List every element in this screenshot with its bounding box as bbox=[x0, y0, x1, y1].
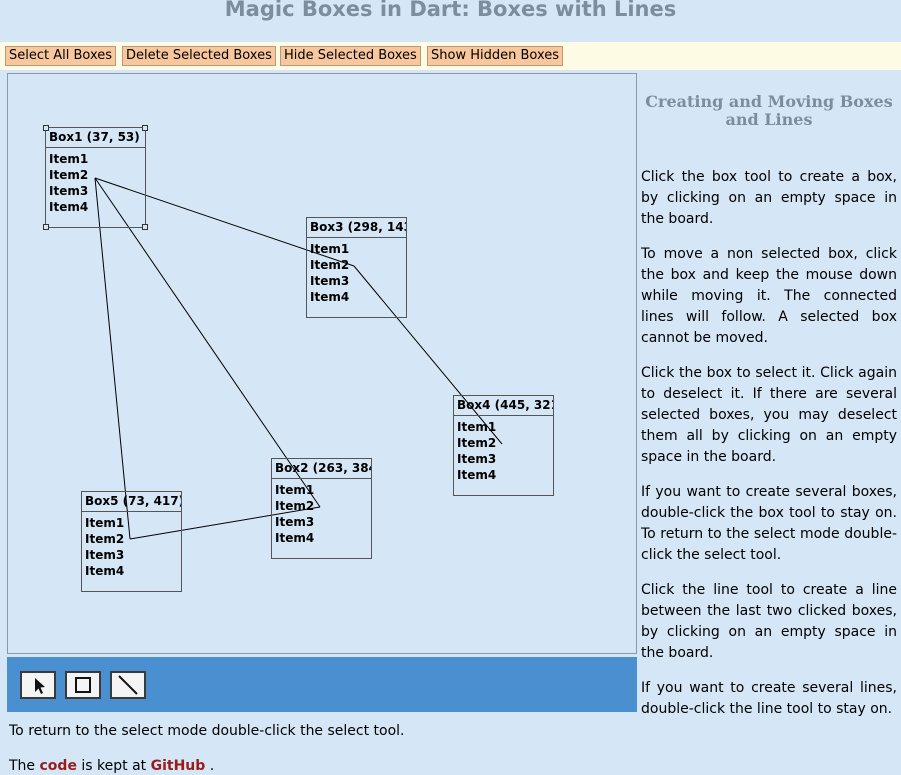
footer-code-line: The code is kept at GitHub . bbox=[9, 757, 214, 775]
box-item: Item1 bbox=[49, 152, 89, 166]
arrow-pointer-icon bbox=[35, 678, 45, 694]
show-hidden-boxes-button[interactable]: Show Hidden Boxes bbox=[427, 46, 564, 66]
help-paragraph: Click the box tool to create a box, by c… bbox=[641, 169, 897, 227]
box-tool-button[interactable] bbox=[65, 671, 101, 699]
box-item: Item2 bbox=[310, 258, 350, 272]
box-title: Box1 (37, 53) bbox=[46, 128, 145, 148]
box-item: Item1 bbox=[457, 420, 497, 434]
help-paragraph: If you want to create several boxes, dou… bbox=[641, 484, 897, 563]
box-item: Item4 bbox=[275, 531, 315, 545]
box-item: Item2 bbox=[85, 532, 125, 546]
box-item: Item1 bbox=[275, 483, 315, 497]
help-title: Creating and Moving Boxes and Lines bbox=[645, 92, 893, 129]
box-2[interactable]: Box2 (263, 384) Item1 Item2 Item3 Item4 bbox=[271, 458, 372, 559]
box-title: Box4 (445, 321) bbox=[454, 396, 553, 416]
box-1[interactable]: Box1 (37, 53) Item1 Item2 Item3 Item4 bbox=[43, 125, 148, 230]
help-paragraph: Click the box to select it. Click again … bbox=[641, 365, 897, 465]
box-item: Item4 bbox=[85, 564, 125, 578]
box-4[interactable]: Box4 (445, 321) Item1 Item2 Item3 Item4 bbox=[453, 395, 554, 496]
help-paragraph: If you want to create several lines, dou… bbox=[641, 680, 897, 717]
box-item: Item3 bbox=[275, 515, 315, 529]
help-paragraph: Click the line tool to create a line bet… bbox=[641, 582, 897, 661]
box-title: Box2 (263, 384) bbox=[272, 459, 371, 479]
box-item: Item3 bbox=[49, 184, 89, 198]
page-title: Magic Boxes in Dart: Boxes with Lines bbox=[224, 0, 677, 21]
diagonal-line-icon bbox=[118, 675, 138, 695]
code-link[interactable]: code bbox=[40, 758, 77, 774]
box-item: Item4 bbox=[310, 290, 350, 304]
box-title: Box5 (73, 417) bbox=[82, 492, 181, 512]
box-3[interactable]: Box3 (298, 143) Item1 Item2 Item3 Item4 bbox=[306, 217, 407, 318]
footer-text: is kept at bbox=[81, 758, 147, 774]
github-link[interactable]: GitHub bbox=[151, 758, 206, 774]
help-sidebar: Creating and Moving Boxes and Lines Clic… bbox=[641, 93, 897, 734]
board-canvas[interactable]: Box1 (37, 53) Item1 Item2 Item3 Item4 Bo… bbox=[7, 73, 637, 654]
selection-handle bbox=[43, 224, 49, 230]
box-item: Item4 bbox=[457, 468, 497, 482]
select-tool-button[interactable] bbox=[20, 671, 56, 699]
select-all-boxes-button[interactable]: Select All Boxes bbox=[5, 46, 117, 66]
box-item: Item1 bbox=[85, 516, 125, 530]
selection-handle bbox=[142, 125, 148, 131]
box-item: Item3 bbox=[457, 452, 497, 466]
help-paragraph: To move a non selected box, click the bo… bbox=[641, 246, 897, 346]
box-item: Item2 bbox=[457, 436, 497, 450]
box-item: Item1 bbox=[310, 242, 350, 256]
box-item: Item3 bbox=[310, 274, 350, 288]
footer-text: The bbox=[9, 758, 36, 774]
footer-note: To return to the select mode double-clic… bbox=[9, 723, 405, 739]
tool-panel bbox=[7, 657, 637, 712]
selection-handle bbox=[43, 125, 49, 131]
box-item: Item2 bbox=[49, 168, 89, 182]
line-box1-box5[interactable] bbox=[94, 177, 131, 540]
box-item: Item3 bbox=[85, 548, 125, 562]
line-tool-button[interactable] bbox=[110, 671, 146, 699]
box-5[interactable]: Box5 (73, 417) Item1 Item2 Item3 Item4 bbox=[81, 491, 182, 592]
selection-handle bbox=[142, 224, 148, 230]
footer-text: . bbox=[209, 758, 215, 774]
square-icon bbox=[75, 677, 91, 693]
hide-selected-boxes-button[interactable]: Hide Selected Boxes bbox=[280, 46, 421, 66]
box-item: Item2 bbox=[275, 499, 315, 513]
box-item: Item4 bbox=[49, 200, 89, 214]
delete-selected-boxes-button[interactable]: Delete Selected Boxes bbox=[122, 46, 276, 66]
box-title: Box3 (298, 143) bbox=[307, 218, 406, 238]
